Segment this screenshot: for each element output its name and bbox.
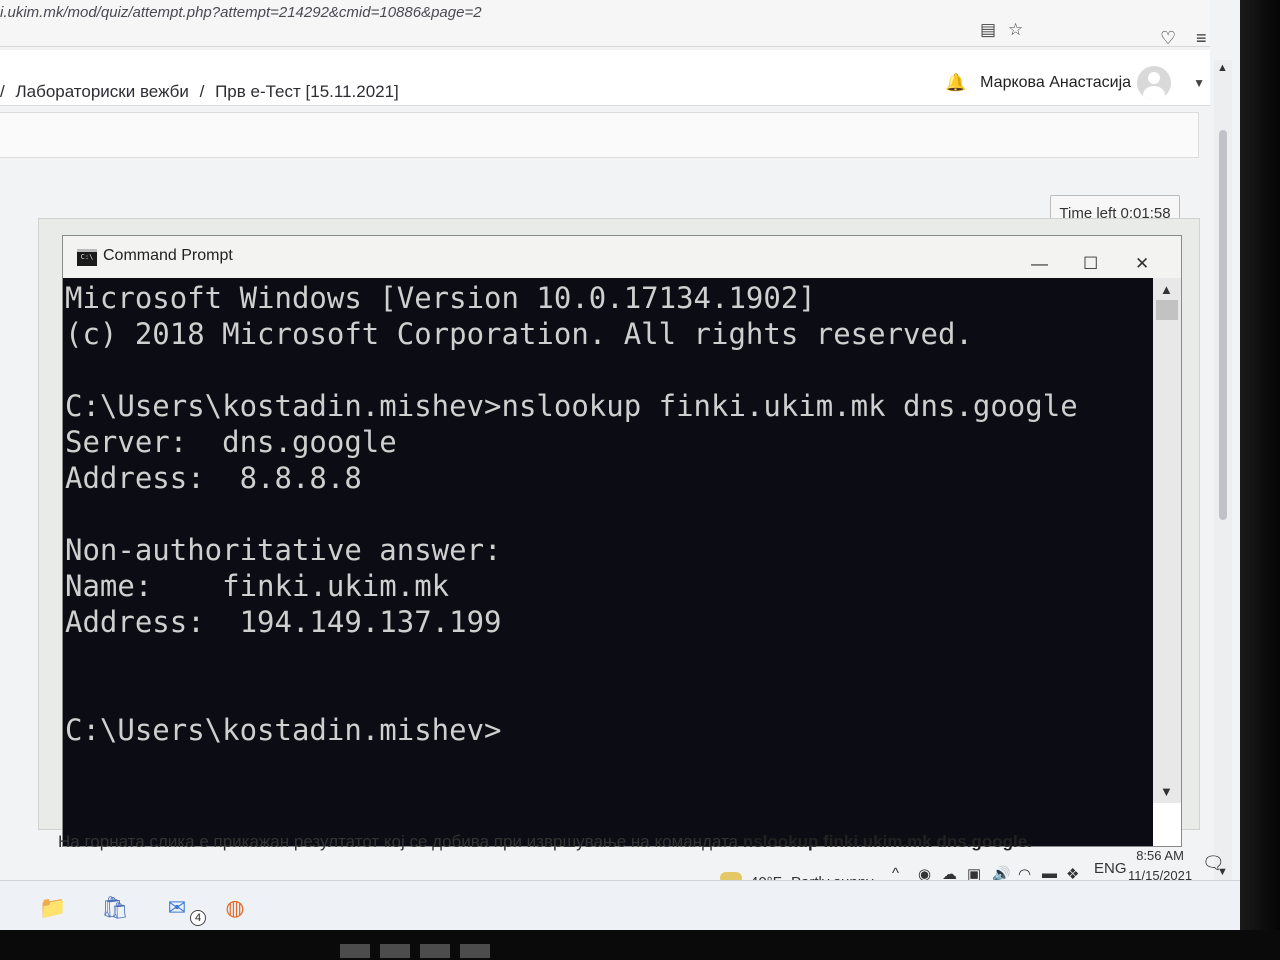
bell-icon[interactable]: 🔔 [945, 73, 966, 93]
question-text-before: На горната слика е прикажан резултатот к… [58, 832, 743, 851]
notification-icon[interactable]: 🗨 [1202, 853, 1225, 874]
console-icon: C:\ [77, 249, 97, 266]
console-line: C:\Users\kostadin.mishev> [65, 713, 502, 747]
window-titlebar[interactable]: C:\ Command Prompt — ☐ ✕ [63, 236, 1181, 278]
console-line: Microsoft Windows [Version 10.0.17134.19… [65, 281, 816, 315]
reader-view-icon[interactable]: ▤ [980, 20, 996, 40]
user-name[interactable]: Маркова Анастасија [980, 74, 1131, 92]
hamburger-menu-icon[interactable]: ≡ [1196, 28, 1207, 49]
star-icon[interactable]: ☆ [1008, 20, 1023, 40]
console-line: Address: 194.149.137.199 [65, 605, 502, 639]
firefox-icon[interactable]: ◍ [218, 893, 252, 923]
breadcrumb-separator: / [199, 82, 205, 101]
console-scrollbar[interactable]: ▲ ▼ [1153, 278, 1181, 803]
window-title: Command Prompt [103, 247, 233, 264]
page-scroll-thumb[interactable] [1219, 130, 1227, 520]
scroll-thumb[interactable] [1156, 300, 1178, 320]
scroll-down-icon[interactable]: ▼ [1160, 784, 1173, 799]
console-output[interactable]: Microsoft Windows [Version 10.0.17134.19… [63, 278, 1153, 846]
monitor-bezel-right [1240, 0, 1280, 960]
chevron-down-icon[interactable]: ▼ [1193, 76, 1205, 90]
console-text: Microsoft Windows [Version 10.0.17134.19… [63, 278, 1153, 748]
scroll-up-icon[interactable]: ▲ [1160, 282, 1173, 297]
language-indicator[interactable]: ENG [1094, 860, 1127, 877]
console-line: Non-authoritative answer: [65, 533, 502, 567]
avatar[interactable] [1137, 66, 1172, 100]
breadcrumb-separator: / [0, 82, 5, 101]
taskbar: 📁 🛍 ✉ ◍ [0, 880, 1240, 930]
scroll-up-icon[interactable]: ▲ [1217, 62, 1228, 74]
minimize-button[interactable]: — [1031, 254, 1048, 274]
maximize-button[interactable]: ☐ [1083, 254, 1098, 274]
mail-icon[interactable]: ✉ [160, 893, 194, 923]
console-line: Name: finki.ukim.mk [65, 569, 450, 603]
page-scrollbar[interactable]: ▲ ▼ [1214, 60, 1232, 880]
pocket-icon[interactable]: ♡ [1160, 28, 1176, 49]
console-line: C:\Users\kostadin.mishev>nslookup finki.… [65, 389, 1078, 423]
clock-time: 8:56 AM [1136, 848, 1184, 863]
quiz-nav-panel [0, 112, 1199, 158]
breadcrumb-item-quiz[interactable]: Прв е-Тест [15.11.2021] [215, 82, 399, 101]
breadcrumb-item-labs[interactable]: Лабораториски вежби [15, 82, 188, 101]
monitor-logo [340, 944, 500, 958]
store-icon[interactable]: 🛍 [98, 893, 132, 923]
console-line: Address: 8.8.8.8 [65, 461, 362, 495]
question-command: nslookup finki.ukim.mk dns.google. [742, 832, 1032, 851]
mail-badge: 4 [190, 910, 206, 926]
monitor-bezel-bottom [0, 930, 1280, 960]
file-explorer-icon[interactable]: 📁 [36, 893, 70, 923]
console-line: Server: dns.google [65, 425, 397, 459]
user-menu[interactable]: 🔔 Маркова Анастасија ▼ [945, 66, 1205, 100]
screen: i.ukim.mk/mod/quiz/attempt.php?attempt=2… [0, 0, 1240, 930]
command-prompt-window: C:\ Command Prompt — ☐ ✕ Microsoft Windo… [62, 235, 1182, 847]
address-bar[interactable]: i.ukim.mk/mod/quiz/attempt.php?attempt=2… [0, 4, 482, 21]
breadcrumb: / Лабораториски вежби / Прв е-Тест [15.1… [0, 82, 405, 102]
question-text: На горната слика е прикажан резултатот к… [58, 832, 1032, 852]
browser-toolbar: i.ukim.mk/mod/quiz/attempt.php?attempt=2… [0, 0, 1210, 49]
console-line: (c) 2018 Microsoft Corporation. All righ… [65, 317, 973, 351]
close-button[interactable]: ✕ [1135, 254, 1149, 274]
